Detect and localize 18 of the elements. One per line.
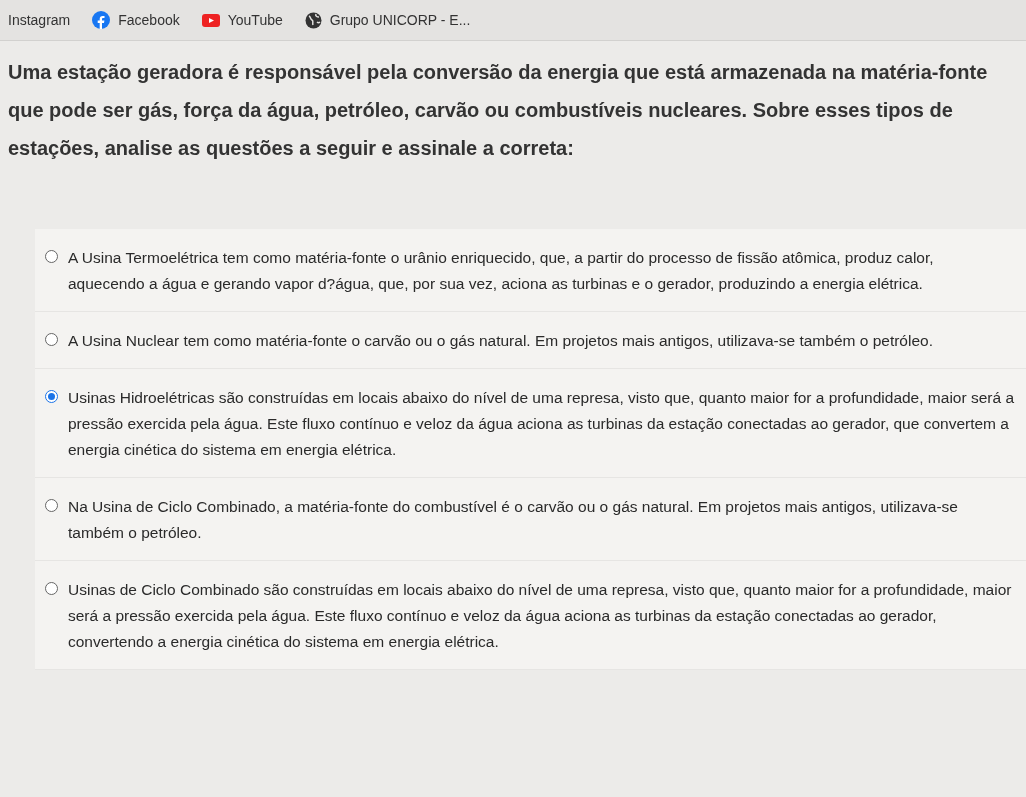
globe-icon [304, 11, 322, 29]
radio-button[interactable] [45, 499, 58, 512]
facebook-icon [92, 11, 111, 29]
question-text: Uma estação geradora é responsável pela conversão da energia que está armazenada na matéria-fonte que pode ser gás, força da água, petróleo, carvão ou combustíveis nucleares. Sobre esses tipos de estações, analise as questões a seguir e assinale a correta: [7, 60, 989, 161]
option-text: Na Usina de Ciclo Combinado, a matéria-fonte do combustível é o carvão ou o gás natural. Em projetos mais antigos, utilizava-se também o petróleo. [68, 497, 959, 543]
option-text: A Usina Nuclear tem como matéria-fonte o carvão ou o gás natural. Em projetos mais antigos, utilizava-se também o petróleo. [68, 331, 933, 351]
radio-button[interactable] [45, 582, 58, 595]
radio-button[interactable] [45, 333, 58, 346]
radio-button[interactable] [45, 390, 58, 403]
bookmark-link[interactable]: YouTube [201, 12, 283, 28]
bookmark-link[interactable]: Facebook [92, 11, 180, 29]
option-text: Usinas de Ciclo Combinado são construídas em locais abaixo do nível de uma represa, visto que, quanto maior for a profundidade, maior será a pressão exercida pela água. Este fluxo contínuo e veloz da água aciona as turbinas da estação conectadas ao gerador, convertendo a energia cinética do sistema em energia elétrica. [68, 580, 1013, 652]
youtube-icon [201, 13, 220, 27]
option-text: Usinas Hidroelétricas são construídas em locais abaixo do nível de uma represa, visto que, quanto maior for a profundidade, maior será a pressão exercida pela água. Este fluxo contínuo e veloz da água aciona as turbinas da estação conectadas ao gerador, que convertem a energia cinética do sistema em energia elétrica. [68, 388, 1014, 460]
bookmark-link[interactable]: Instagram [8, 12, 71, 28]
option-text: A Usina Termoelétrica tem como matéria-fonte o urânio enriquecido, que, a partir do processo de fissão atômica, produz calor, aquecendo a água e gerando vapor d?água, que, por sua vez, aciona as turbinas e o gerador, produzindo a energia elétrica. [68, 248, 935, 294]
radio-button[interactable] [45, 250, 58, 263]
bookmark-link[interactable]: Grupo UNICORP - E... [304, 11, 471, 29]
